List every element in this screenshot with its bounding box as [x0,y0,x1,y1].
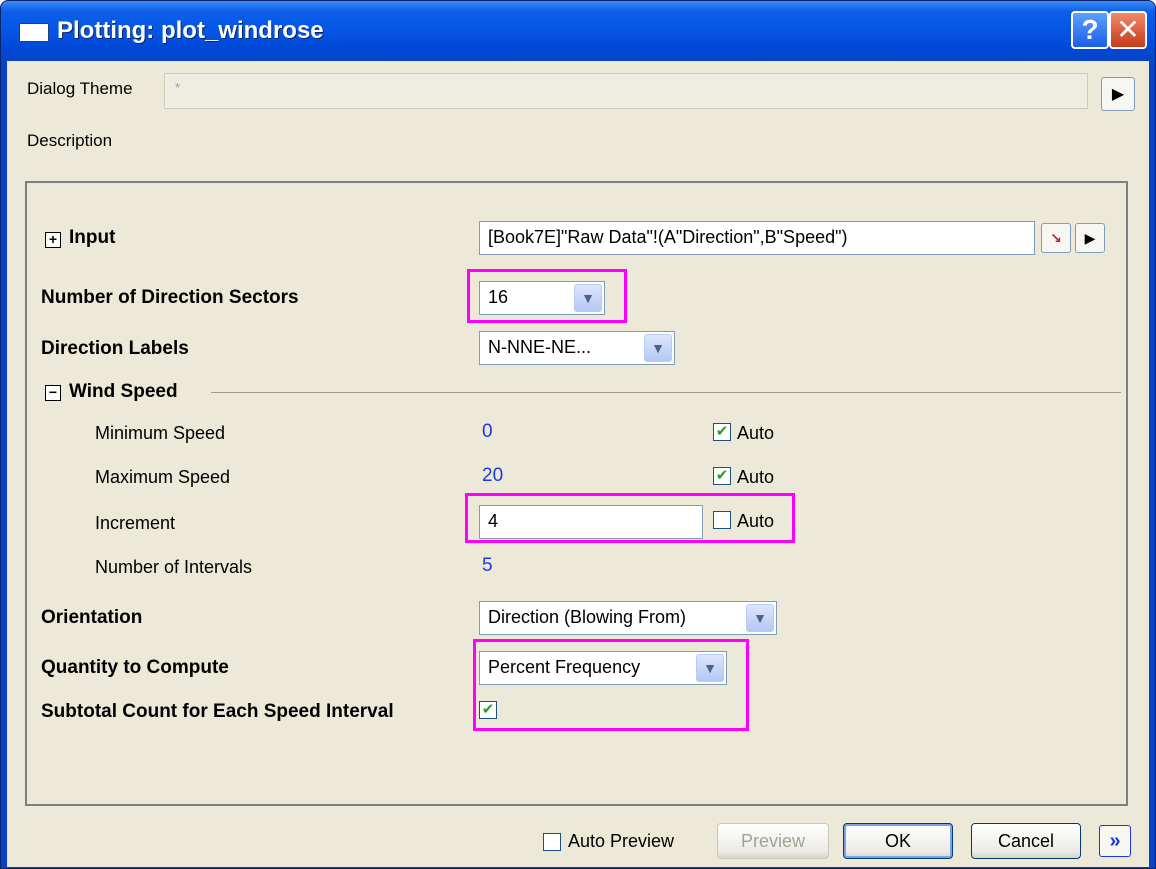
dialog-theme-label: Dialog Theme [27,79,133,98]
highlight-box-sectors [467,269,627,323]
ok-button[interactable]: OK [843,823,953,859]
double-chevron-right-icon: » [1109,829,1121,852]
max-speed-auto-checkbox[interactable]: ✔ [713,467,731,485]
group-separator [211,392,1121,393]
auto-preview-checkbox[interactable] [543,833,561,851]
select-range-icon[interactable]: ↘ [1041,223,1071,253]
window-title: Plotting: plot_windrose [57,17,324,44]
input-label: Input [69,227,116,248]
input-range-field[interactable]: [Book7E]"Raw Data"!(A"Direction",B"Speed… [479,221,1035,255]
min-speed-label: Minimum Speed [95,423,226,443]
min-speed-auto-checkbox[interactable]: ✔ [713,423,731,441]
increment-label: Increment [95,513,176,533]
highlight-box-quantity [473,639,749,731]
direction-labels-label: Direction Labels [41,338,189,359]
dialog-theme-field[interactable]: * [164,73,1088,109]
description-label: Description [27,131,113,150]
sectors-label: Number of Direction Sectors [41,287,299,308]
expand-icon[interactable]: + [45,232,61,248]
preview-button[interactable]: Preview [717,823,829,859]
window-icon [19,23,49,42]
orientation-value: Direction (Blowing From) [488,607,687,627]
dialog-window: Plotting: plot_windrose ? ✕ Dialog Theme… [0,0,1156,869]
subtotal-label: Subtotal Count for Each Speed Interval [41,701,394,722]
chevron-down-icon[interactable]: ▼ [746,604,774,632]
collapse-icon[interactable]: − [45,385,61,401]
question-icon: ? [1081,14,1099,45]
cancel-button[interactable]: Cancel [971,823,1081,859]
dialog-client: Dialog Theme * ▶ Description + Input [Bo… [7,61,1149,867]
more-options-button[interactable]: » [1099,825,1131,857]
max-speed-auto-label: Auto [737,467,775,487]
min-speed-auto-label: Auto [737,423,775,443]
max-speed-label: Maximum Speed [95,467,231,487]
max-speed-value: 20 [482,465,504,486]
direction-labels-value: N-NNE-NE... [488,337,591,357]
arrow-right-icon: ▶ [1111,86,1125,103]
theme-menu-button[interactable]: ▶ [1101,77,1135,111]
quantity-label: Quantity to Compute [41,657,229,678]
chevron-down-icon[interactable]: ▼ [644,334,672,362]
arrow-right-icon: ▶ [1084,229,1096,246]
input-menu-button[interactable]: ▶ [1075,223,1105,253]
close-button[interactable]: ✕ [1109,11,1147,49]
orientation-dropdown[interactable]: Direction (Blowing From) ▼ [479,601,777,635]
intervals-label: Number of Intervals [95,557,253,577]
title-bar[interactable]: Plotting: plot_windrose ? ✕ [1,1,1155,61]
highlight-box-increment [465,493,795,543]
intervals-value: 5 [482,555,493,576]
direction-labels-dropdown[interactable]: N-NNE-NE... ▼ [479,331,675,365]
orientation-label: Orientation [41,607,143,628]
help-button[interactable]: ? [1071,11,1109,49]
min-speed-value: 0 [482,421,493,442]
parameter-panel: + Input [Book7E]"Raw Data"!(A"Direction"… [25,181,1128,806]
wind-speed-label: Wind Speed [69,381,178,402]
auto-preview-label: Auto Preview [568,831,675,851]
close-icon: ✕ [1116,14,1140,45]
